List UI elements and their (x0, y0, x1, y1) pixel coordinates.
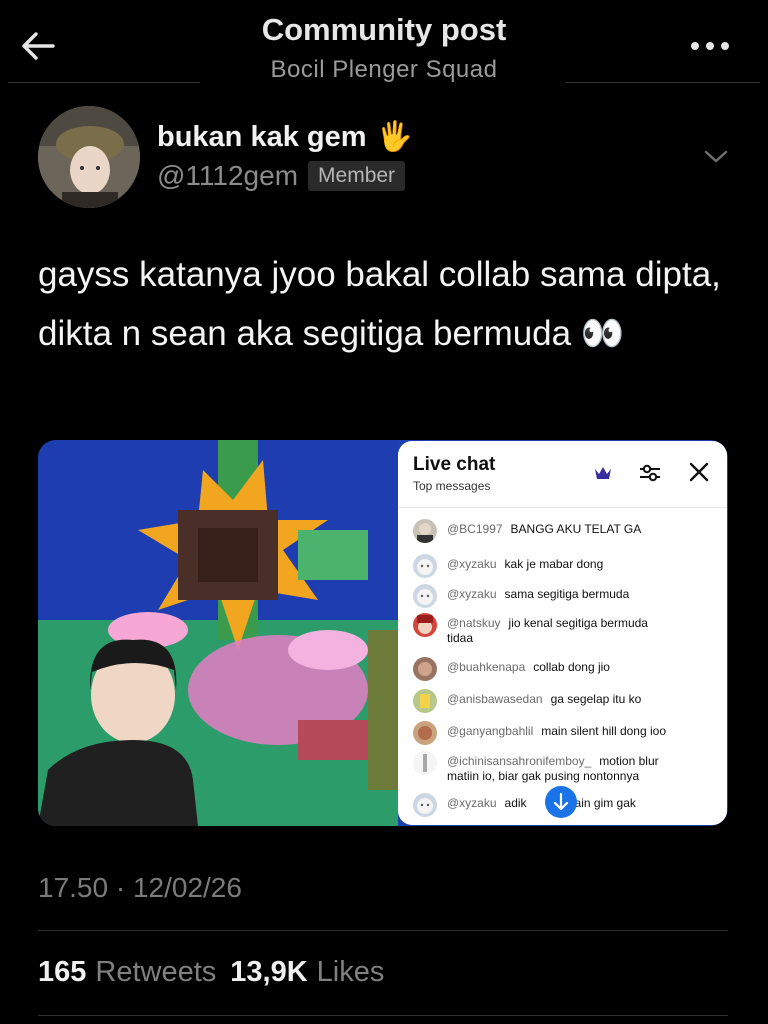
chat-avatar (413, 689, 437, 713)
author-name[interactable]: bukan kak gem 🖐 (157, 120, 413, 154)
game-screenshot (38, 440, 398, 826)
crown-icon[interactable] (594, 465, 612, 481)
top-bar: Community post Bocil Plenger Squad (0, 0, 768, 86)
chat-text: adik (504, 796, 527, 810)
likes-stat[interactable]: 13,9K Likes (230, 956, 384, 989)
close-icon[interactable] (688, 461, 710, 483)
raised-hand-emoji: 🖐 (376, 121, 413, 153)
chat-text: ga segelap itu ko (550, 692, 642, 706)
retweets-stat[interactable]: 165 Retweets (38, 956, 216, 989)
live-chat-title: Live chat (413, 454, 496, 475)
chat-avatar (413, 584, 437, 608)
live-chat-subtitle[interactable]: Top messages (413, 479, 490, 493)
live-chat-panel: Live chat Top messages @BC1997 BANGG AKU … (398, 441, 727, 825)
chat-username[interactable]: @BC1997 (447, 522, 503, 536)
author-avatar[interactable] (38, 106, 140, 208)
page-title: Community post (261, 12, 507, 47)
chat-avatar (413, 721, 437, 745)
retweets-count: 165 (38, 956, 87, 988)
post-media[interactable]: Live chat Top messages @BC1997 BANGG AKU … (38, 440, 728, 826)
likes-label: Likes (316, 956, 385, 988)
divider (38, 1015, 728, 1016)
arrow-down-icon (553, 793, 569, 811)
author-handle[interactable]: @1112gem (157, 160, 298, 192)
chat-text: collab dong jio (533, 660, 610, 674)
chat-username[interactable]: @ichinisansahronifemboy_ (447, 754, 591, 768)
live-chat-divider (398, 507, 727, 508)
chat-text: sama segitiga bermuda (504, 587, 630, 601)
header-divider-left (8, 82, 200, 83)
avatar-photo (38, 106, 140, 208)
chat-username[interactable]: @xyzaku (447, 796, 497, 810)
author-handle-row: @1112gem Member (157, 160, 406, 192)
more-horizontal-icon (691, 42, 729, 50)
engagement-stats: 165 Retweets 13,9K Likes (38, 956, 384, 989)
chat-username[interactable]: @natskuy (447, 616, 501, 630)
chat-username[interactable]: @xyzaku (447, 587, 497, 601)
more-button[interactable] (688, 34, 732, 58)
post-text: gayss katanya jyoo bakal collab sama dip… (38, 255, 721, 353)
post-options-button[interactable] (700, 144, 732, 168)
author-display-name: bukan kak gem (157, 120, 367, 153)
chat-text: main silent hill dong ioo (541, 724, 666, 738)
header-divider-right (566, 82, 760, 83)
retweets-label: Retweets (95, 956, 217, 988)
chat-avatar (413, 554, 437, 578)
chat-text: kak je mabar dong (504, 557, 604, 571)
chat-username[interactable]: @anisbawasedan (447, 692, 543, 706)
divider (38, 930, 728, 931)
chevron-down-icon (704, 150, 728, 163)
post-timestamp: 17.50 · 12/02/26 (38, 872, 242, 903)
chat-text: BANGG AKU TELAT GA (510, 522, 642, 536)
chat-username[interactable]: @buahkenapa (447, 660, 525, 674)
chat-avatar (413, 519, 437, 543)
chat-avatar (413, 751, 437, 775)
chat-avatar (413, 613, 437, 637)
chat-username[interactable]: @xyzaku (447, 557, 497, 571)
chat-username[interactable]: @ganyangbahlil (447, 724, 533, 738)
chat-text: motion blur (599, 754, 659, 768)
chat-avatar (413, 657, 437, 681)
chat-text-continued: matiin io, biar gak pusing nontonnya (447, 769, 640, 783)
chat-text-continued: tidaa (447, 631, 474, 645)
likes-count: 13,9K (230, 956, 308, 988)
filter-sliders-icon[interactable] (638, 461, 662, 485)
scroll-to-latest-button[interactable] (545, 786, 577, 818)
chat-avatar (413, 793, 437, 817)
member-badge: Member (308, 161, 406, 191)
community-name[interactable]: Bocil Plenger Squad (0, 56, 768, 84)
chat-text: jio kenal segitiga bermuda (508, 616, 648, 630)
